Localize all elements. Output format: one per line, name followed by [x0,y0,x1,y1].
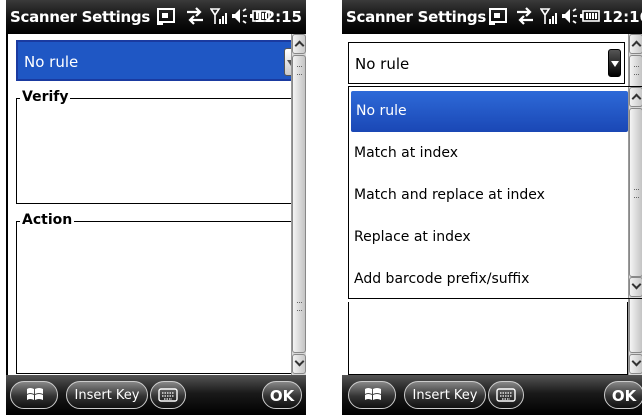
list-item[interactable]: Match and replace at index [349,175,629,216]
taskbar-connectivity-icon[interactable] [514,6,536,26]
dropdown-scroll-up-button[interactable] [629,87,642,107]
list-item[interactable]: Add barcode prefix/suffix [349,259,629,300]
settings-panel: No rule No rule Match at index Match and… [342,34,642,375]
verify-group-label: Verify [20,89,71,105]
sync-icon[interactable] [488,6,510,26]
dropdown-scrollbar-thumb[interactable] [629,108,642,277]
grip-icon [297,66,302,75]
rule-dropdown-list[interactable]: No rule Match at index Match and replace… [348,86,642,299]
rule-combobox[interactable]: No rule [16,40,302,81]
insert-key-label: Insert Key [412,388,478,403]
settings-panel: No rule Verify Action [6,34,306,375]
dropdown-scrollbar[interactable] [628,87,642,298]
keyboard-icon [158,388,178,402]
volume-icon[interactable] [560,6,578,26]
screen-before-dropdown: Scanner Settings 12:15 No rule Verify Ac… [6,0,306,415]
action-groupbox [348,302,628,375]
clock[interactable]: 12:15 [254,8,302,26]
volume-icon[interactable] [230,6,248,26]
grip-icon [634,66,639,75]
battery-icon[interactable] [580,6,600,26]
keyboard-button[interactable] [488,381,524,409]
status-bar: Scanner Settings 12:16 [342,0,642,34]
dropdown-scroll-down-button[interactable] [629,277,642,297]
sync-icon[interactable] [156,6,178,26]
list-item[interactable]: Match at index [349,133,629,174]
verify-groupbox: Verify [16,89,295,204]
grip-icon [634,189,639,198]
clock[interactable]: 12:16 [602,8,642,26]
screen-dropdown-open: Scanner Settings 12:16 No rule [342,0,642,415]
scroll-down-button[interactable] [629,354,642,374]
start-button[interactable] [348,381,396,409]
keyboard-icon [496,388,516,402]
windows-start-icon [365,388,381,400]
window-title: Scanner Settings [346,8,486,26]
signal-icon[interactable] [540,6,558,26]
rule-combobox[interactable]: No rule [348,42,625,84]
insert-key-label: Insert Key [74,388,140,403]
insert-key-button[interactable]: Insert Key [66,381,148,409]
dropdown-arrow-button[interactable] [608,49,621,77]
scroll-up-button[interactable] [292,34,306,54]
status-bar: Scanner Settings 12:15 [6,0,306,34]
vertical-scrollbar[interactable] [291,34,306,375]
taskbar-connectivity-icon[interactable] [184,6,206,26]
ok-button[interactable]: OK [262,381,302,409]
ok-label: OK [611,387,637,405]
rule-combobox-value: No rule [24,53,79,71]
scroll-up-button[interactable] [629,34,642,54]
scroll-down-button[interactable] [292,354,306,374]
grip-icon [297,302,302,311]
signal-icon[interactable] [210,6,228,26]
list-item[interactable]: Replace at index [349,217,629,258]
chevron-down-icon [611,61,619,67]
window-title: Scanner Settings [10,8,150,26]
windows-start-icon [27,388,43,400]
insert-key-button[interactable]: Insert Key [404,381,486,409]
list-item[interactable]: No rule [351,91,628,132]
scrollbar-thumb[interactable] [292,55,306,353]
action-group-label: Action [20,212,75,228]
start-button[interactable] [10,381,58,409]
action-groupbox: Action [16,212,295,374]
ok-button[interactable]: OK [604,381,642,409]
softkey-bar: Insert Key OK [342,375,642,415]
softkey-bar: Insert Key OK [6,375,306,415]
ok-label: OK [269,387,295,405]
rule-combobox-value: No rule [355,55,410,73]
keyboard-button[interactable] [150,381,186,409]
